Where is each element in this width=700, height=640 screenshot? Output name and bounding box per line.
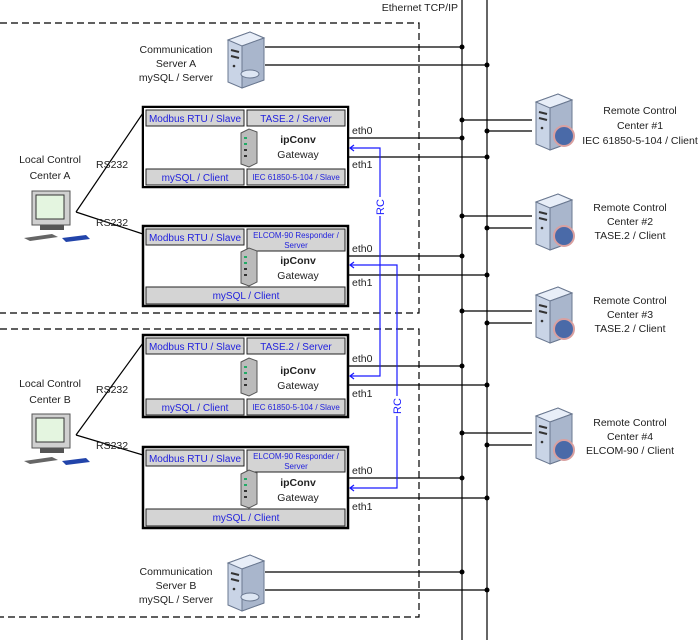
label: Remote Control bbox=[593, 202, 667, 214]
label: Remote Control bbox=[603, 105, 677, 117]
label: Center A bbox=[30, 170, 71, 182]
eth1-label: eth1 bbox=[352, 501, 373, 513]
eth1-label: eth1 bbox=[352, 159, 373, 171]
gateway-subtitle: Gateway bbox=[277, 380, 319, 392]
gateway-icon bbox=[240, 469, 258, 509]
eth1-label: eth1 bbox=[352, 388, 373, 400]
label: Center #4 bbox=[607, 431, 653, 443]
protocol-cell: mySQL / Client bbox=[213, 513, 280, 524]
protocol-cell: mySQL / Client bbox=[162, 403, 229, 414]
globe-icon bbox=[553, 125, 575, 147]
gateway-subtitle: Gateway bbox=[277, 270, 319, 282]
rc-label: RC bbox=[375, 199, 387, 215]
label: Server A bbox=[156, 58, 196, 70]
label: Center #2 bbox=[607, 216, 653, 228]
label: Remote Control bbox=[593, 417, 667, 429]
label: ELCOM-90 / Client bbox=[586, 445, 674, 457]
label: mySQL / Server bbox=[139, 72, 214, 84]
protocol-cell: Modbus RTU / Slave bbox=[149, 233, 242, 244]
label: IEC 61850-5-104 / Client bbox=[582, 135, 698, 147]
label: Local Control bbox=[19, 378, 81, 390]
computer-icon bbox=[23, 413, 91, 466]
gateway-icon bbox=[240, 128, 258, 168]
bus-label: Ethernet TCP/IP bbox=[382, 2, 458, 14]
gateway-subtitle: Gateway bbox=[277, 492, 319, 504]
database-icon bbox=[240, 592, 260, 602]
protocol-cell: Modbus RTU / Slave bbox=[149, 454, 242, 465]
remote-center-3: Remote Control Center #3 TASE.2 / Client bbox=[535, 286, 667, 344]
gateway-3: Modbus RTU / Slave TASE.2 / Server mySQL… bbox=[141, 333, 373, 419]
gateway-icon bbox=[240, 357, 258, 397]
gateway-subtitle: Gateway bbox=[277, 149, 319, 161]
computer-icon bbox=[23, 190, 91, 243]
gateway-name: ipConv bbox=[280, 255, 316, 267]
protocol-cell: Modbus RTU / Slave bbox=[149, 342, 242, 353]
gateway-icon bbox=[240, 247, 258, 287]
local-center-b: Local Control Center B RS232 RS232 bbox=[19, 342, 144, 466]
gateway-name: ipConv bbox=[280, 134, 316, 146]
remote-center-1: Remote Control Center #1 IEC 61850-5-104… bbox=[535, 93, 698, 151]
local-center-a: Local Control Center A RS232 RS232 bbox=[19, 112, 144, 243]
protocol-cell: TASE.2 / Server bbox=[260, 114, 332, 125]
label: Communication bbox=[140, 566, 213, 578]
server-icon bbox=[227, 554, 265, 612]
protocol-cell: mySQL / Client bbox=[162, 173, 229, 184]
gateway-name: ipConv bbox=[280, 365, 316, 377]
protocol-cell: Modbus RTU / Slave bbox=[149, 114, 242, 125]
gateway-name: ipConv bbox=[280, 477, 316, 489]
gateway-2: Modbus RTU / Slave ELCOM-90 Responder / … bbox=[141, 224, 373, 308]
protocol-cell: mySQL / Client bbox=[213, 291, 280, 302]
rs232-label: RS232 bbox=[96, 159, 128, 171]
label: Communication bbox=[140, 44, 213, 56]
globe-icon bbox=[553, 439, 575, 461]
rc-link-1: RC bbox=[349, 144, 387, 380]
globe-icon bbox=[553, 225, 575, 247]
remote-center-2: Remote Control Center #2 TASE.2 / Client bbox=[535, 193, 667, 251]
protocol-cell: IEC 61850-5-104 / Slave bbox=[252, 403, 340, 412]
network-diagram: Ethernet TCP/IP RC RC Communication Serv… bbox=[0, 0, 698, 640]
protocol-cell: Server bbox=[284, 241, 308, 250]
protocol-cell: Server bbox=[284, 462, 308, 471]
label: Center #1 bbox=[617, 120, 663, 132]
eth0-label: eth0 bbox=[352, 243, 373, 255]
eth0-label: eth0 bbox=[352, 353, 373, 365]
label: Local Control bbox=[19, 154, 81, 166]
eth0-label: eth0 bbox=[352, 465, 373, 477]
rs232-label: RS232 bbox=[96, 440, 128, 452]
eth0-label: eth0 bbox=[352, 125, 373, 137]
server-icon bbox=[227, 31, 265, 89]
rs232-label: RS232 bbox=[96, 217, 128, 229]
globe-icon bbox=[553, 318, 575, 340]
protocol-cell: ELCOM-90 Responder / bbox=[253, 452, 340, 461]
eth1-label: eth1 bbox=[352, 277, 373, 289]
database-icon bbox=[240, 69, 260, 79]
rc-label: RC bbox=[392, 398, 404, 414]
label: Remote Control bbox=[593, 295, 667, 307]
label: Server B bbox=[156, 580, 197, 592]
protocol-cell: ELCOM-90 Responder / bbox=[253, 231, 340, 240]
label: TASE.2 / Client bbox=[595, 323, 666, 335]
rs232-label: RS232 bbox=[96, 384, 128, 396]
label: TASE.2 / Client bbox=[595, 230, 666, 242]
label: Center B bbox=[29, 394, 70, 406]
comm-server-b: Communication Server B mySQL / Server bbox=[139, 554, 265, 612]
protocol-cell: IEC 61850-5-104 / Slave bbox=[252, 173, 340, 182]
protocol-cell: TASE.2 / Server bbox=[260, 342, 332, 353]
comm-server-a: Communication Server A mySQL / Server bbox=[139, 31, 265, 89]
gateway-1: Modbus RTU / Slave TASE.2 / Server mySQL… bbox=[141, 105, 373, 189]
label: Center #3 bbox=[607, 309, 653, 321]
remote-center-4: Remote Control Center #4 ELCOM-90 / Clie… bbox=[535, 407, 674, 465]
label: mySQL / Server bbox=[139, 594, 214, 606]
gateway-4: Modbus RTU / Slave ELCOM-90 Responder / … bbox=[141, 445, 373, 530]
